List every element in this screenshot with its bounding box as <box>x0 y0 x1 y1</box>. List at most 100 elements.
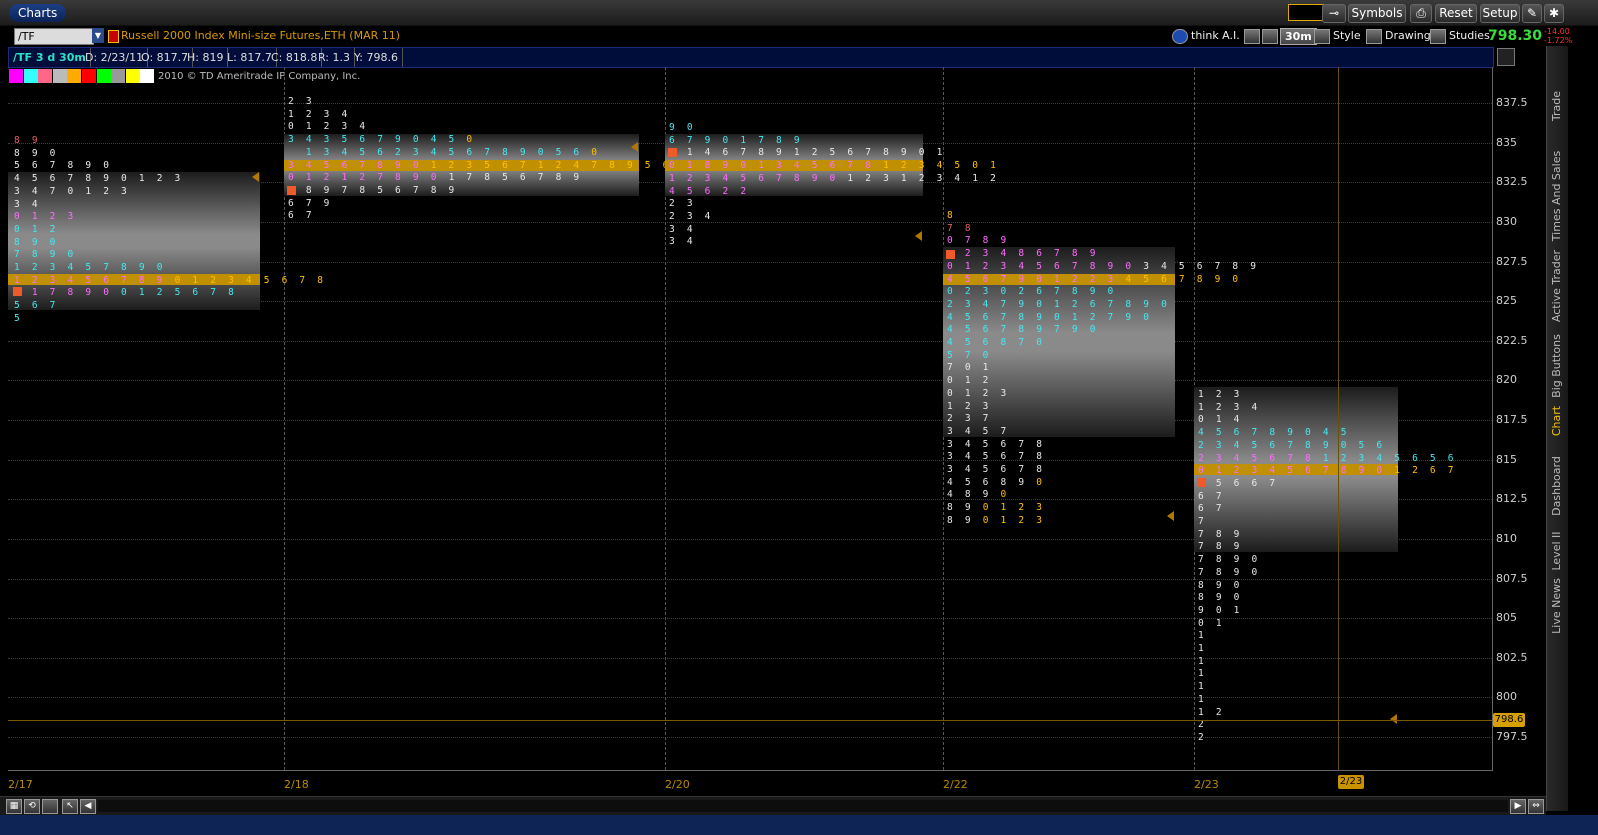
bottom-bar: ▦ ⟲ ↖ ◀ ▶ ⇔ <box>0 796 1546 815</box>
side-tab-live-news[interactable]: Live News <box>1548 550 1566 662</box>
tpo-letters: 1 2 3 4 <box>1198 401 1261 413</box>
think-ai-button[interactable]: think A.I. <box>1172 27 1240 44</box>
drawings-button[interactable]: Drawings <box>1366 27 1436 44</box>
tpo-letters: 5 <box>14 312 23 324</box>
zoom-tool-icon[interactable] <box>1262 27 1281 44</box>
tpo-row: 8 9 0 <box>14 148 59 160</box>
settings-icon[interactable]: ✱ <box>1544 4 1564 23</box>
scroll-left-icon[interactable]: ◀ <box>80 799 96 814</box>
tpo-letters: 0 1 2 3 4 5 6 7 8 9 0 <box>1198 465 1395 477</box>
percent-change: -1.72% <box>1544 36 1573 45</box>
tpo-row: 0 2 3 0 2 6 7 8 9 0 <box>947 286 1116 298</box>
scroll-right-icon[interactable]: ▶ <box>1510 799 1526 814</box>
info-y: Y: 798.6 <box>350 48 403 67</box>
tpo-letters: 0 1 2 3 4 <box>288 121 369 133</box>
tpo-letters: 1 2 3 4 5 6 7 8 9 <box>14 274 175 286</box>
tpo-letters: 6 7 9 0 1 7 8 9 <box>669 134 803 146</box>
tpo-letters: 3 4 5 7 <box>947 425 1010 437</box>
print-icon[interactable]: ⎙ <box>1410 4 1432 23</box>
tpo-row: 6 7 <box>1198 491 1225 503</box>
tpo-letters: 2 3 <box>288 96 315 107</box>
x-tick-label: 2/17 <box>8 778 33 791</box>
tpo-row: 6 7 9 0 1 7 8 9 <box>669 135 803 147</box>
setup-button[interactable]: Setup <box>1480 4 1520 23</box>
tpo-letters: 1 7 8 5 6 7 8 9 <box>448 172 583 184</box>
tpo-letters: 0 <box>591 146 601 158</box>
tpo-row: 4 5 6 7 9 0 1 2 2 3 4 5 6 7 8 9 0 <box>947 274 1241 286</box>
tpo-letters: 8 9 7 8 5 6 7 8 9 <box>288 184 458 196</box>
tpo-letters: 2 3 <box>669 198 696 210</box>
study-label[interactable]: /TF 3 d 30m <box>9 48 91 67</box>
chart-settings-icon[interactable] <box>1497 48 1515 66</box>
tpo-row: 6 7 <box>1198 503 1225 515</box>
reset-button[interactable]: Reset <box>1435 4 1477 23</box>
tpo-row: 1 2 3 4 <box>1198 402 1260 414</box>
tpo-row: 1 2 3 <box>1198 389 1243 401</box>
tpo-letters: 9 0 1 <box>1198 604 1243 616</box>
tpo-row: 3 4 5 7 <box>947 426 1009 438</box>
tpo-letters: 3 4 5 6 7 8 <box>947 438 1046 450</box>
symbols-button[interactable]: Symbols <box>1348 4 1406 23</box>
style-label: Style <box>1333 29 1361 42</box>
link-icon[interactable]: ⊸ <box>1322 4 1346 23</box>
tpo-row: 4 5 6 7 8 9 0 1 2 3 <box>14 173 183 185</box>
tpo-letters: 1 2 3 <box>1198 389 1243 400</box>
current-price-line <box>8 720 1492 721</box>
tpo-letters: 5 6 7 <box>14 300 59 312</box>
tpo-letters: 8 9 <box>947 502 983 514</box>
pin-icon[interactable]: ✎ <box>1522 4 1542 23</box>
tpo-row: 4 5 6 7 8 9 7 9 0 <box>947 324 1099 336</box>
tpo-letters: 7 8 9 0 <box>1198 554 1261 566</box>
tpo-row: 1 2 3 4 <box>288 109 350 121</box>
crosshair-tool-icon[interactable] <box>1244 27 1263 44</box>
tpo-letters: 1 <box>1198 655 1207 667</box>
tpo-letters: 7 8 <box>947 222 974 234</box>
think-ai-label: think A.I. <box>1191 29 1240 42</box>
tpo-letters: 3 4 7 0 1 2 3 <box>14 185 130 197</box>
blank-icon[interactable] <box>42 799 58 814</box>
info-range: R: 1.3 <box>314 48 356 67</box>
tpo-row: 2 3 <box>288 96 315 108</box>
tpo-letters: 1 2 3 4 5 0 1 <box>883 160 1000 172</box>
pointer-icon[interactable]: ↖ <box>62 799 78 814</box>
tpo-letters: 5 6 7 8 9 0 <box>14 160 113 172</box>
tpo-letters: 1 2 3 4 5 7 8 9 0 <box>14 262 166 273</box>
drawings-label: Drawings <box>1385 29 1437 42</box>
symbol-input[interactable]: /TF <box>14 28 94 45</box>
tpo-letters: 7 8 9 <box>1198 528 1243 540</box>
tpo-letters: 1 2 6 7 <box>1394 465 1457 477</box>
tpo-row: 3 4 7 0 1 2 3 <box>14 186 130 198</box>
refresh-icon[interactable]: ⟲ <box>24 799 40 814</box>
tpo-letters: 0 2 3 0 2 6 7 8 9 0 <box>947 286 1117 298</box>
tpo-row: 3 4 <box>669 236 696 248</box>
tpo-letters: 8 9 0 <box>1198 579 1243 591</box>
horizontal-scrollbar[interactable] <box>98 800 1508 812</box>
tpo-letters: 8 9 0 <box>1198 592 1243 604</box>
price-gridline <box>8 340 1492 342</box>
tpo-letters: 7 8 9 <box>1198 541 1243 553</box>
net-change: -14.00 <box>1544 27 1570 36</box>
tpo-row: 3 4 5 6 7 8 <box>947 464 1045 476</box>
tpo-row: 0 1 8 9 0 1 3 4 5 6 7 8 1 2 3 4 5 0 1 <box>669 160 999 172</box>
tpo-row: 2 3 4 5 6 7 8 9 0 5 6 <box>1198 440 1385 452</box>
timeframe-button[interactable]: 30m <box>1280 28 1317 45</box>
tpo-letters: 1 2 3 4 5 6 7 8 9 0 <box>669 172 848 184</box>
tpo-row: 9 0 1 <box>1198 605 1243 617</box>
studies-button[interactable]: Studies <box>1430 27 1490 44</box>
tpo-letters: 0 1 2 1 2 7 8 9 0 <box>288 172 449 184</box>
tpo-row: 1 <box>1198 643 1207 655</box>
tpo-letters: 3 4 <box>669 236 696 248</box>
tpo-row: 6 7 9 <box>288 198 333 210</box>
tpo-letters: 3 4 5 6 7 8 <box>947 464 1046 475</box>
expand-icon[interactable]: ⇔ <box>1528 799 1544 814</box>
tpo-row: 0 1 2 3 4 <box>288 121 368 133</box>
tpo-letters: 0 <box>1000 489 1010 501</box>
tpo-letters: 1 <box>1198 681 1207 693</box>
charts-tab[interactable]: Charts <box>9 4 67 22</box>
grid-layout-icon[interactable]: ▦ <box>6 799 22 814</box>
tpo-letters: 0 1 2 3 <box>982 514 1046 526</box>
tpo-letters: 1 <box>1198 643 1207 654</box>
style-button[interactable]: Style <box>1314 27 1361 44</box>
color-selector[interactable] <box>1288 4 1324 21</box>
symbol-dropdown-icon[interactable]: ▼ <box>92 28 104 43</box>
